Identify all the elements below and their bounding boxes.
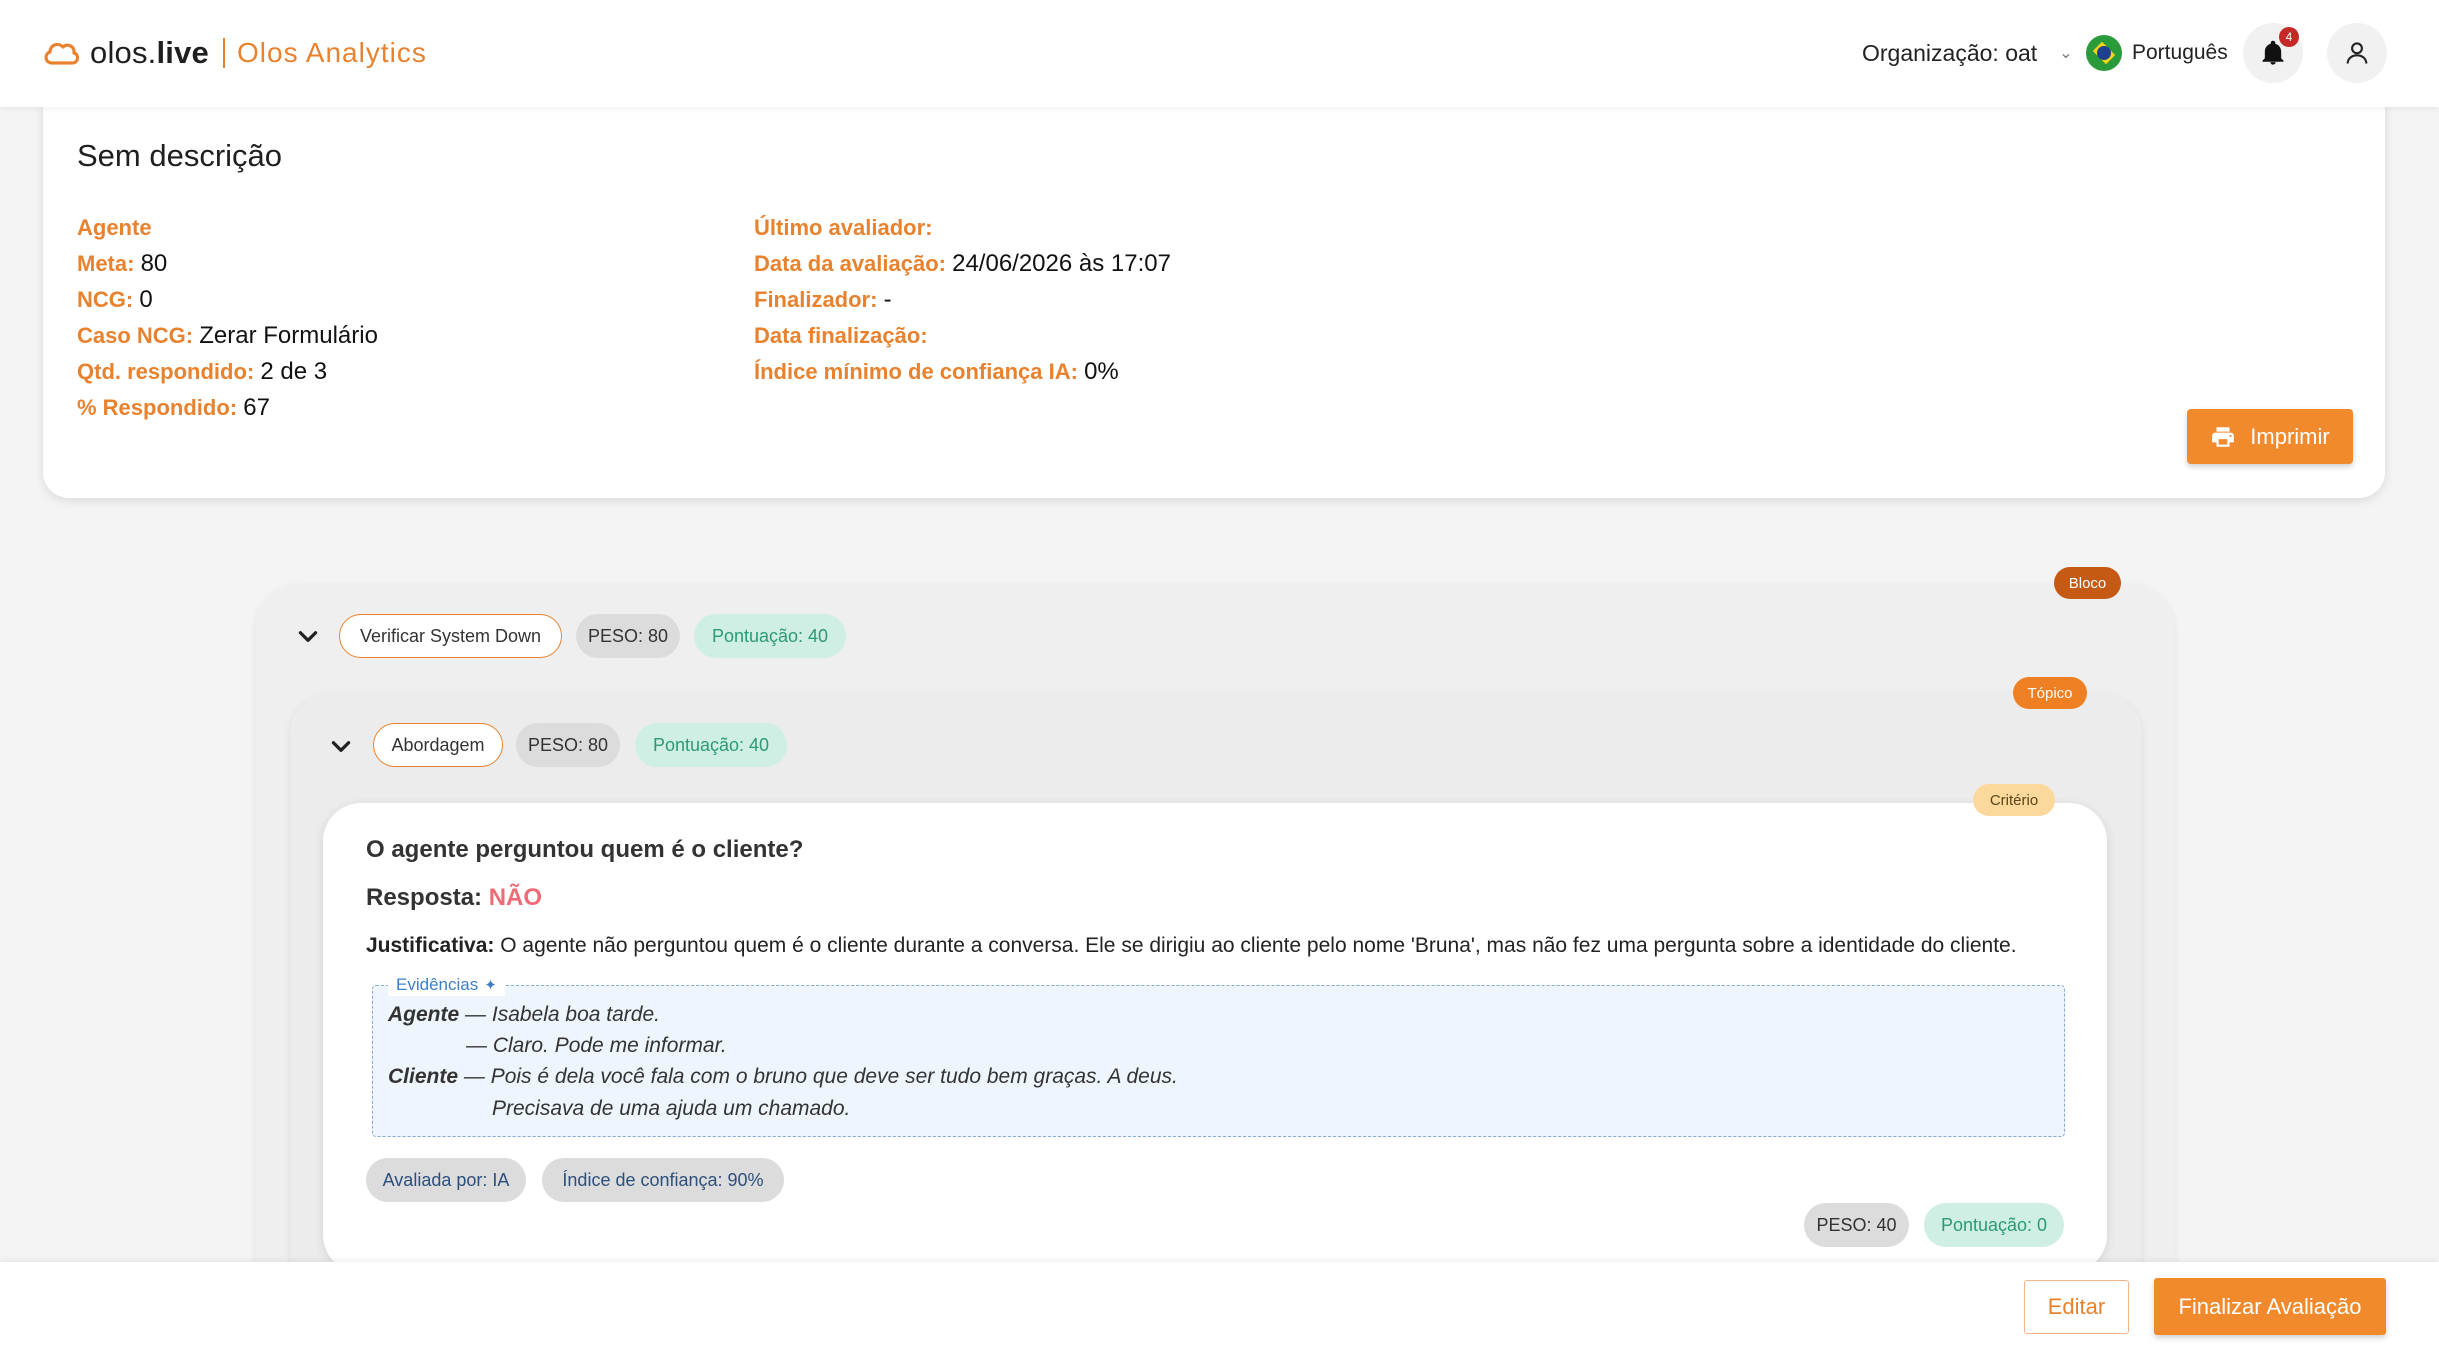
action-footer: Editar Finalizar Avaliação — [0, 1262, 2439, 1347]
organization-selector[interactable]: Organização: oat ⌄ — [1862, 36, 2073, 70]
block-weight-chip: PESO: 80 — [576, 614, 680, 658]
user-icon — [2346, 42, 2368, 64]
product-name: Olos Analytics — [237, 37, 427, 68]
evidence-legend: Evidências ✦ — [388, 974, 505, 996]
user-profile-button[interactable] — [2327, 23, 2387, 83]
evidence-line: Cliente — Pois é dela você fala com o br… — [388, 1065, 1178, 1088]
justification-text: O agente não perguntou quem é o cliente … — [500, 934, 2017, 957]
summary-fields-right: Último avaliador: Data da avaliação: 24/… — [754, 210, 1171, 390]
evidence-line: Agente — Isabela boa tarde. — [388, 1003, 660, 1026]
field-ai-min-confidence: Índice mínimo de confiança IA: 0% — [754, 358, 1119, 385]
evaluation-summary-card: Sem descrição Agente Meta: 80 NCG: 0 Cas… — [43, 80, 2385, 498]
summary-fields-left: Agente Meta: 80 NCG: 0 Caso NCG: Zerar F… — [77, 210, 378, 426]
notifications-button[interactable]: 4 — [2243, 23, 2303, 83]
print-button[interactable]: Imprimir — [2187, 409, 2353, 464]
brand-name: olos.live — [90, 35, 209, 70]
olos-logo[interactable]: olos.live Olos Analytics — [42, 30, 427, 76]
cloud-logo-icon — [44, 42, 80, 65]
criterion-tag: Critério — [1973, 784, 2055, 816]
criterion-question: O agente perguntou quem é o cliente? — [366, 836, 804, 863]
confidence-chip: Índice de confiança: 90% — [542, 1158, 784, 1202]
notification-count-badge: 4 — [2279, 27, 2299, 47]
finalize-evaluation-button[interactable]: Finalizar Avaliação — [2154, 1278, 2386, 1335]
field-ncg-case: Caso NCG: Zerar Formulário — [77, 322, 378, 349]
brazil-flag-icon — [2086, 35, 2122, 71]
response-label: Resposta: — [366, 884, 483, 911]
topic-name-chip[interactable]: Abordagem — [373, 723, 503, 767]
criterion-justification: Justificativa: O agente não perguntou qu… — [366, 934, 2017, 958]
language-selector[interactable]: Português — [2086, 35, 2228, 71]
chevron-down-icon: ⌄ — [2059, 45, 2073, 62]
print-label: Imprimir — [2250, 423, 2330, 449]
field-goal: Meta: 80 — [77, 250, 168, 277]
topic-collapse-chevron-icon[interactable] — [328, 733, 354, 759]
evidence-title: Evidências — [396, 975, 479, 994]
justification-label: Justificativa: — [366, 934, 495, 957]
field-last-evaluator: Último avaliador: — [754, 215, 933, 240]
criterion-weight-chip: PESO: 40 — [1804, 1203, 1909, 1247]
field-ncg: NCG: 0 — [77, 286, 153, 313]
topic-score-chip: Pontuação: 40 — [635, 723, 787, 767]
field-finalization-date: Data finalização: — [754, 323, 928, 348]
evidence-line: — Claro. Pode me informar. — [466, 1034, 727, 1057]
language-label: Português — [2132, 41, 2228, 64]
evaluated-by-chip: Avaliada por: IA — [366, 1158, 526, 1202]
printer-icon — [2212, 426, 2235, 447]
evaluation-title: Sem descrição — [77, 138, 283, 173]
field-agent: Agente — [77, 215, 152, 240]
ai-sparkle-icon: ✦ — [484, 977, 497, 994]
top-header: olos.live Olos Analytics Organização: oa… — [0, 0, 2439, 107]
edit-button[interactable]: Editar — [2024, 1280, 2129, 1334]
criterion-response: Resposta: NÃO — [366, 884, 542, 912]
field-answered-count: Qtd. respondido: 2 de 3 — [77, 358, 328, 385]
field-finalizer: Finalizador: - — [754, 286, 892, 313]
field-answered-percent: % Respondido: 67 — [77, 394, 270, 421]
logo-divider — [223, 38, 225, 68]
response-value: NÃO — [488, 884, 543, 911]
block-collapse-chevron-icon[interactable] — [295, 623, 321, 649]
block-score-chip: Pontuação: 40 — [694, 614, 846, 658]
topic-tag: Tópico — [2013, 677, 2087, 709]
evidence-line: Precisava de uma ajuda um chamado. — [492, 1097, 851, 1120]
block-name-chip[interactable]: Verificar System Down — [339, 614, 562, 658]
topic-weight-chip: PESO: 80 — [516, 723, 620, 767]
block-tag: Bloco — [2054, 567, 2121, 599]
organization-label: Organização: oat — [1862, 39, 2038, 66]
field-evaluation-date: Data da avaliação: 24/06/2026 às 17:07 — [754, 250, 1171, 277]
criterion-score-chip: Pontuação: 0 — [1924, 1203, 2064, 1247]
